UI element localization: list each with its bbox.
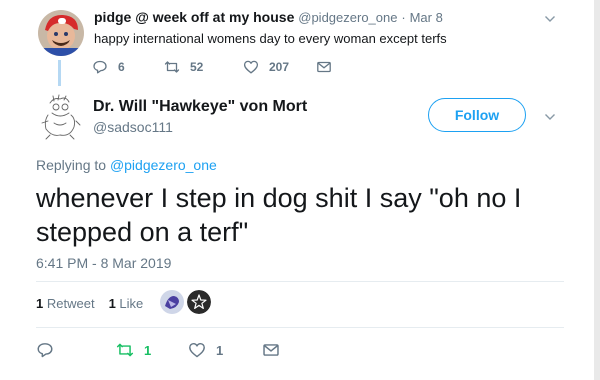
heart-icon [243, 60, 259, 74]
envelope-icon [263, 344, 279, 356]
heart-icon [189, 342, 205, 358]
divider [36, 281, 564, 282]
parent-like-count: 207 [269, 60, 290, 74]
liker-avatar-1[interactable] [160, 290, 184, 314]
like-button[interactable]: 1 [188, 341, 223, 359]
retweet-icon [164, 61, 180, 73]
parent-reply-button[interactable]: 6 [92, 59, 125, 75]
replying-to-line: Replying to @pidgezero_one [36, 157, 217, 173]
author-handle[interactable]: @sadsoc111 [93, 119, 173, 135]
retweet-stat-label: Retweet [46, 296, 95, 311]
divider [36, 327, 564, 328]
envelope-icon [317, 61, 331, 73]
reply-icon [37, 343, 53, 358]
parent-like-button[interactable]: 207 [243, 59, 289, 75]
thread-connector-line [58, 60, 61, 86]
parent-tweet-header: pidge @ week off at my house @pidgezero_… [94, 9, 443, 25]
parent-retweet-button[interactable]: 52 [164, 59, 203, 75]
like-stat-label: Like [119, 296, 144, 311]
like-count: 1 [216, 342, 224, 358]
replying-to-handle-link[interactable]: @pidgezero_one [110, 157, 217, 173]
retweet-count: 1 [144, 342, 152, 358]
parent-date-separator: · [401, 10, 406, 25]
retweet-stat[interactable]: 1 Retweet [36, 296, 95, 311]
parent-handle[interactable]: @pidgezero_one [298, 10, 397, 25]
author-avatar[interactable] [36, 93, 84, 141]
parent-reply-count: 6 [118, 60, 125, 74]
parent-date[interactable]: Mar 8 [410, 10, 443, 25]
retweet-stat-count: 1 [36, 296, 44, 311]
liker-avatars [160, 290, 211, 314]
tweet-stats: 1 Retweet 1 Like [36, 296, 143, 311]
retweet-button[interactable]: 1 [116, 341, 151, 359]
reply-button[interactable] [36, 341, 54, 359]
tweet-text: whenever I step in dog shit I say "oh no… [36, 183, 522, 247]
like-stat-count: 1 [108, 296, 116, 311]
parent-message-button[interactable] [316, 59, 332, 75]
parent-display-name[interactable]: pidge @ week off at my house [94, 9, 294, 25]
like-stat[interactable]: 1 Like [109, 296, 144, 311]
author-display-name[interactable]: Dr. Will "Hawkeye" von Mort [93, 98, 307, 116]
replying-to-label: Replying to [36, 157, 110, 173]
message-button[interactable] [262, 341, 280, 359]
tweet-more-chevron-down-icon[interactable] [544, 110, 556, 122]
parent-avatar[interactable] [38, 10, 84, 56]
parent-retweet-count: 52 [190, 60, 204, 74]
liker-avatar-2[interactable] [187, 290, 211, 314]
retweet-icon [116, 343, 134, 357]
reply-icon [93, 60, 107, 74]
tweet-timestamp[interactable]: 6:41 PM - 8 Mar 2019 [36, 255, 171, 271]
scrollbar-track[interactable] [594, 0, 600, 380]
follow-button[interactable]: Follow [428, 98, 526, 132]
parent-tweet-text: happy international womens day to every … [94, 31, 447, 46]
parent-more-chevron-down-icon[interactable] [544, 12, 556, 24]
